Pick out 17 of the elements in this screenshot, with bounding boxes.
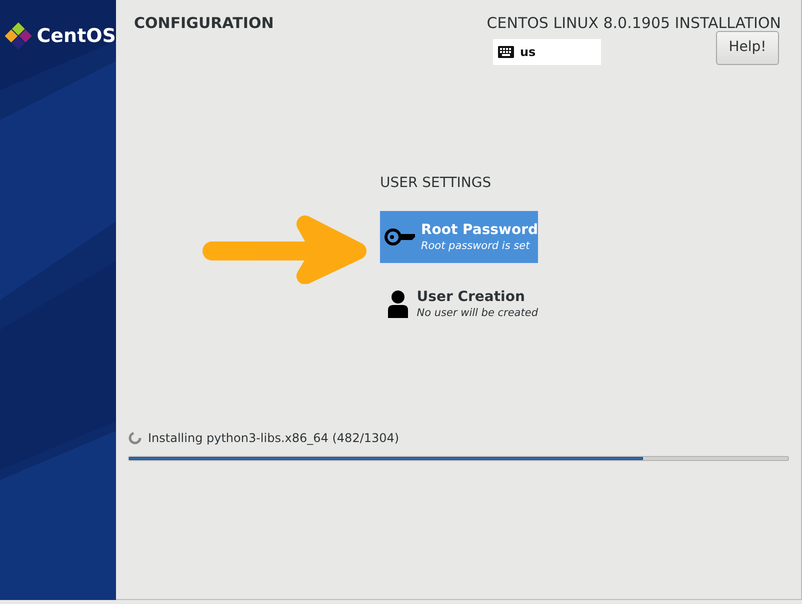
keyboard-layout-indicator[interactable]: us [493,38,601,64]
logo-text: CentOS [36,24,116,49]
logo-icon [3,20,34,52]
spinner-icon [128,431,142,445]
section-heading: USER SETTINGS [380,174,492,192]
keyboard-icon [498,46,514,58]
item-title: User Creation [416,288,526,306]
key-icon [384,228,416,246]
progress-message: Installing python3-libs.x86_64 (482/1304) [148,430,400,447]
page-title: CONFIGURATION [134,13,274,34]
keyboard-layout-label: us [520,44,536,60]
help-button[interactable]: Help! [716,30,779,64]
item-status: Root password is set [420,238,531,252]
item-status: No user will be created [416,306,538,320]
item-title: Root Password [420,220,538,238]
person-icon [387,290,410,318]
settings-item[interactable]: User Creation No user will be created [380,278,538,330]
